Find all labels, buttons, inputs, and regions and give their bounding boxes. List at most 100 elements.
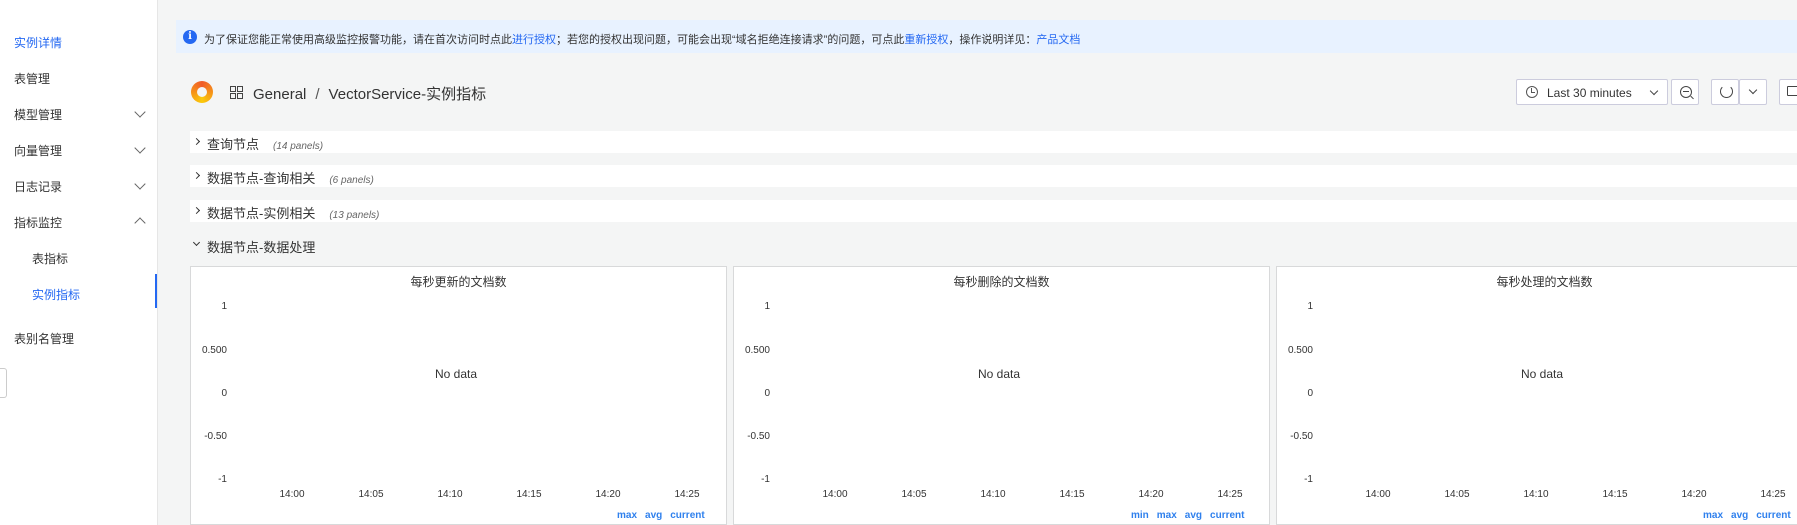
x-tick-label: 14:20 (1681, 489, 1707, 500)
authorize-link[interactable]: 进行授权 (512, 34, 556, 46)
x-tick-label: 14:00 (822, 489, 848, 500)
x-tick-label: 14:15 (1059, 489, 1085, 500)
y-tick-label: -1 (218, 474, 227, 485)
row-title: 数据节点-实例相关 (13 panels) (207, 203, 379, 222)
sidebar-item-vector-management[interactable]: 向量管理 (14, 142, 62, 159)
row-panel-count: (14 panels) (273, 141, 324, 152)
y-tick-label: 0 (221, 388, 227, 399)
row-panel-count: (13 panels) (329, 210, 380, 221)
row-title: 数据节点-查询相关 (6 panels) (207, 168, 374, 187)
y-tick-label: 0.500 (1287, 345, 1313, 356)
chevron-up-icon[interactable] (134, 217, 146, 229)
panel-title[interactable]: 每秒更新的文档数 (191, 273, 726, 290)
legend-col-current[interactable]: current (1756, 510, 1790, 521)
x-tick-label: 14:05 (901, 489, 927, 500)
panel-title[interactable]: 每秒删除的文档数 (734, 273, 1269, 290)
row-data-node-query[interactable]: 数据节点-查询相关 (6 panels) (190, 165, 1797, 187)
x-tick-label: 14:15 (516, 489, 542, 500)
legend-headers: max avg current (1695, 510, 1791, 521)
row-title-text: 数据节点-数据处理 (207, 240, 316, 255)
y-tick-label: 0.500 (744, 345, 770, 356)
x-tick-label: 14:10 (980, 489, 1006, 500)
breadcrumb-folder[interactable]: General (253, 86, 306, 103)
chevron-down-icon[interactable] (134, 106, 146, 118)
breadcrumb-separator: / (315, 86, 320, 103)
x-tick-label: 14:25 (1760, 489, 1786, 500)
sidebar: 实例详情 表管理 模型管理 向量管理 日志记录 指标监控 表指标 实例指标 表别… (0, 0, 158, 525)
notice-text-part: ，操作说明详见： (948, 34, 1037, 46)
panel-title[interactable]: 每秒处理的文档数 (1277, 273, 1797, 290)
chevron-right-icon (192, 171, 201, 180)
row-query-nodes[interactable]: 查询节点 (14 panels) (190, 131, 1797, 153)
no-data-label: No data (435, 367, 478, 381)
legend-headers: min max avg current (1123, 510, 1244, 521)
y-tick-label: -0.50 (1290, 431, 1313, 442)
legend-col-min[interactable]: min (1131, 510, 1149, 521)
chevron-down-icon (1748, 85, 1758, 95)
zoom-out-button[interactable] (1671, 79, 1699, 105)
x-tick-label: 14:10 (1523, 489, 1549, 500)
y-tick-label: 1 (764, 301, 770, 312)
x-tick-label: 14:00 (1365, 489, 1391, 500)
breadcrumb: General / VectorService-实例指标 (253, 83, 486, 104)
chevron-down-icon[interactable] (134, 178, 146, 190)
row-panel-count: (6 panels) (329, 175, 374, 186)
sidebar-item-table-metrics[interactable]: 表指标 (32, 250, 68, 267)
refresh-interval-dropdown[interactable] (1739, 79, 1767, 105)
legend-col-max[interactable]: max (617, 510, 637, 521)
product-docs-link[interactable]: 产品文档 (1036, 34, 1080, 46)
legend-col-max[interactable]: max (1157, 510, 1177, 521)
sidebar-item-instance-metrics[interactable]: 实例指标 (32, 286, 80, 303)
clock-icon (1526, 86, 1538, 98)
sidebar-item-model-management[interactable]: 模型管理 (14, 106, 62, 123)
sidebar-item-table-alias-management[interactable]: 表别名管理 (14, 330, 74, 347)
x-tick-label: 14:05 (358, 489, 384, 500)
row-data-node-processing[interactable]: 数据节点-数据处理 (190, 234, 1797, 256)
info-icon: i (183, 30, 197, 44)
x-tick-label: 14:00 (279, 489, 305, 500)
sidebar-item-metrics-monitoring[interactable]: 指标监控 (14, 214, 62, 231)
row-title: 数据节点-数据处理 (207, 237, 315, 256)
dashboard-title[interactable]: VectorService-实例指标 (329, 86, 487, 103)
sidebar-item-instance-details[interactable]: 实例详情 (14, 34, 62, 51)
x-tick-label: 14:15 (1602, 489, 1628, 500)
legend-col-current[interactable]: current (670, 510, 704, 521)
row-title-text: 数据节点-查询相关 (207, 171, 316, 186)
time-range-picker[interactable]: Last 30 minutes (1516, 79, 1668, 105)
y-tick-label: -0.50 (204, 431, 227, 442)
sidebar-item-logs[interactable]: 日志记录 (14, 178, 62, 195)
sidebar-collapse-handle[interactable] (0, 368, 7, 398)
no-data-label: No data (978, 367, 1021, 381)
chevron-down-icon[interactable] (134, 142, 146, 154)
panel-docs-updated-per-second[interactable]: 每秒更新的文档数 1 0.500 0 -0.50 -1 No data 14:0… (190, 266, 727, 525)
legend-col-avg[interactable]: avg (645, 510, 662, 521)
row-title-text: 查询节点 (207, 137, 260, 152)
no-data-label: No data (1521, 367, 1564, 381)
x-tick-label: 14:25 (674, 489, 700, 500)
monitor-icon (1787, 86, 1797, 96)
panel-docs-deleted-per-second[interactable]: 每秒删除的文档数 1 0.500 0 -0.50 -1 No data 14:0… (733, 266, 1270, 525)
y-tick-label: 1 (221, 301, 227, 312)
reauthorize-link[interactable]: 重新授权 (904, 34, 948, 46)
legend-col-avg[interactable]: avg (1731, 510, 1748, 521)
y-tick-label: 0.500 (201, 345, 227, 356)
legend-col-max[interactable]: max (1703, 510, 1723, 521)
grafana-logo[interactable] (191, 81, 213, 103)
time-range-label: Last 30 minutes (1547, 86, 1632, 100)
tv-mode-button[interactable] (1779, 79, 1797, 105)
refresh-button[interactable] (1711, 79, 1739, 105)
row-title: 查询节点 (14 panels) (207, 134, 323, 153)
chevron-right-icon (192, 137, 201, 146)
legend-col-avg[interactable]: avg (1185, 510, 1202, 521)
row-title-text: 数据节点-实例相关 (207, 206, 316, 221)
notice-text: 为了保证您能正常使用高级监控报警功能，请在首次访问时点此进行授权；若您的授权出现… (204, 31, 1080, 47)
sidebar-item-table-management[interactable]: 表管理 (14, 70, 50, 87)
panel-docs-processed-per-second[interactable]: 每秒处理的文档数 1 0.500 0 -0.50 -1 No data 14:0… (1276, 266, 1797, 525)
row-data-node-instance[interactable]: 数据节点-实例相关 (13 panels) (190, 200, 1797, 222)
active-indicator (155, 274, 157, 308)
main-content: i 为了保证您能正常使用高级监控报警功能，请在首次访问时点此进行授权；若您的授权… (158, 0, 1797, 525)
legend-col-current[interactable]: current (1210, 510, 1244, 521)
chevron-down-icon (1649, 86, 1659, 96)
chevron-right-icon (192, 206, 201, 215)
x-tick-label: 14:20 (1138, 489, 1164, 500)
